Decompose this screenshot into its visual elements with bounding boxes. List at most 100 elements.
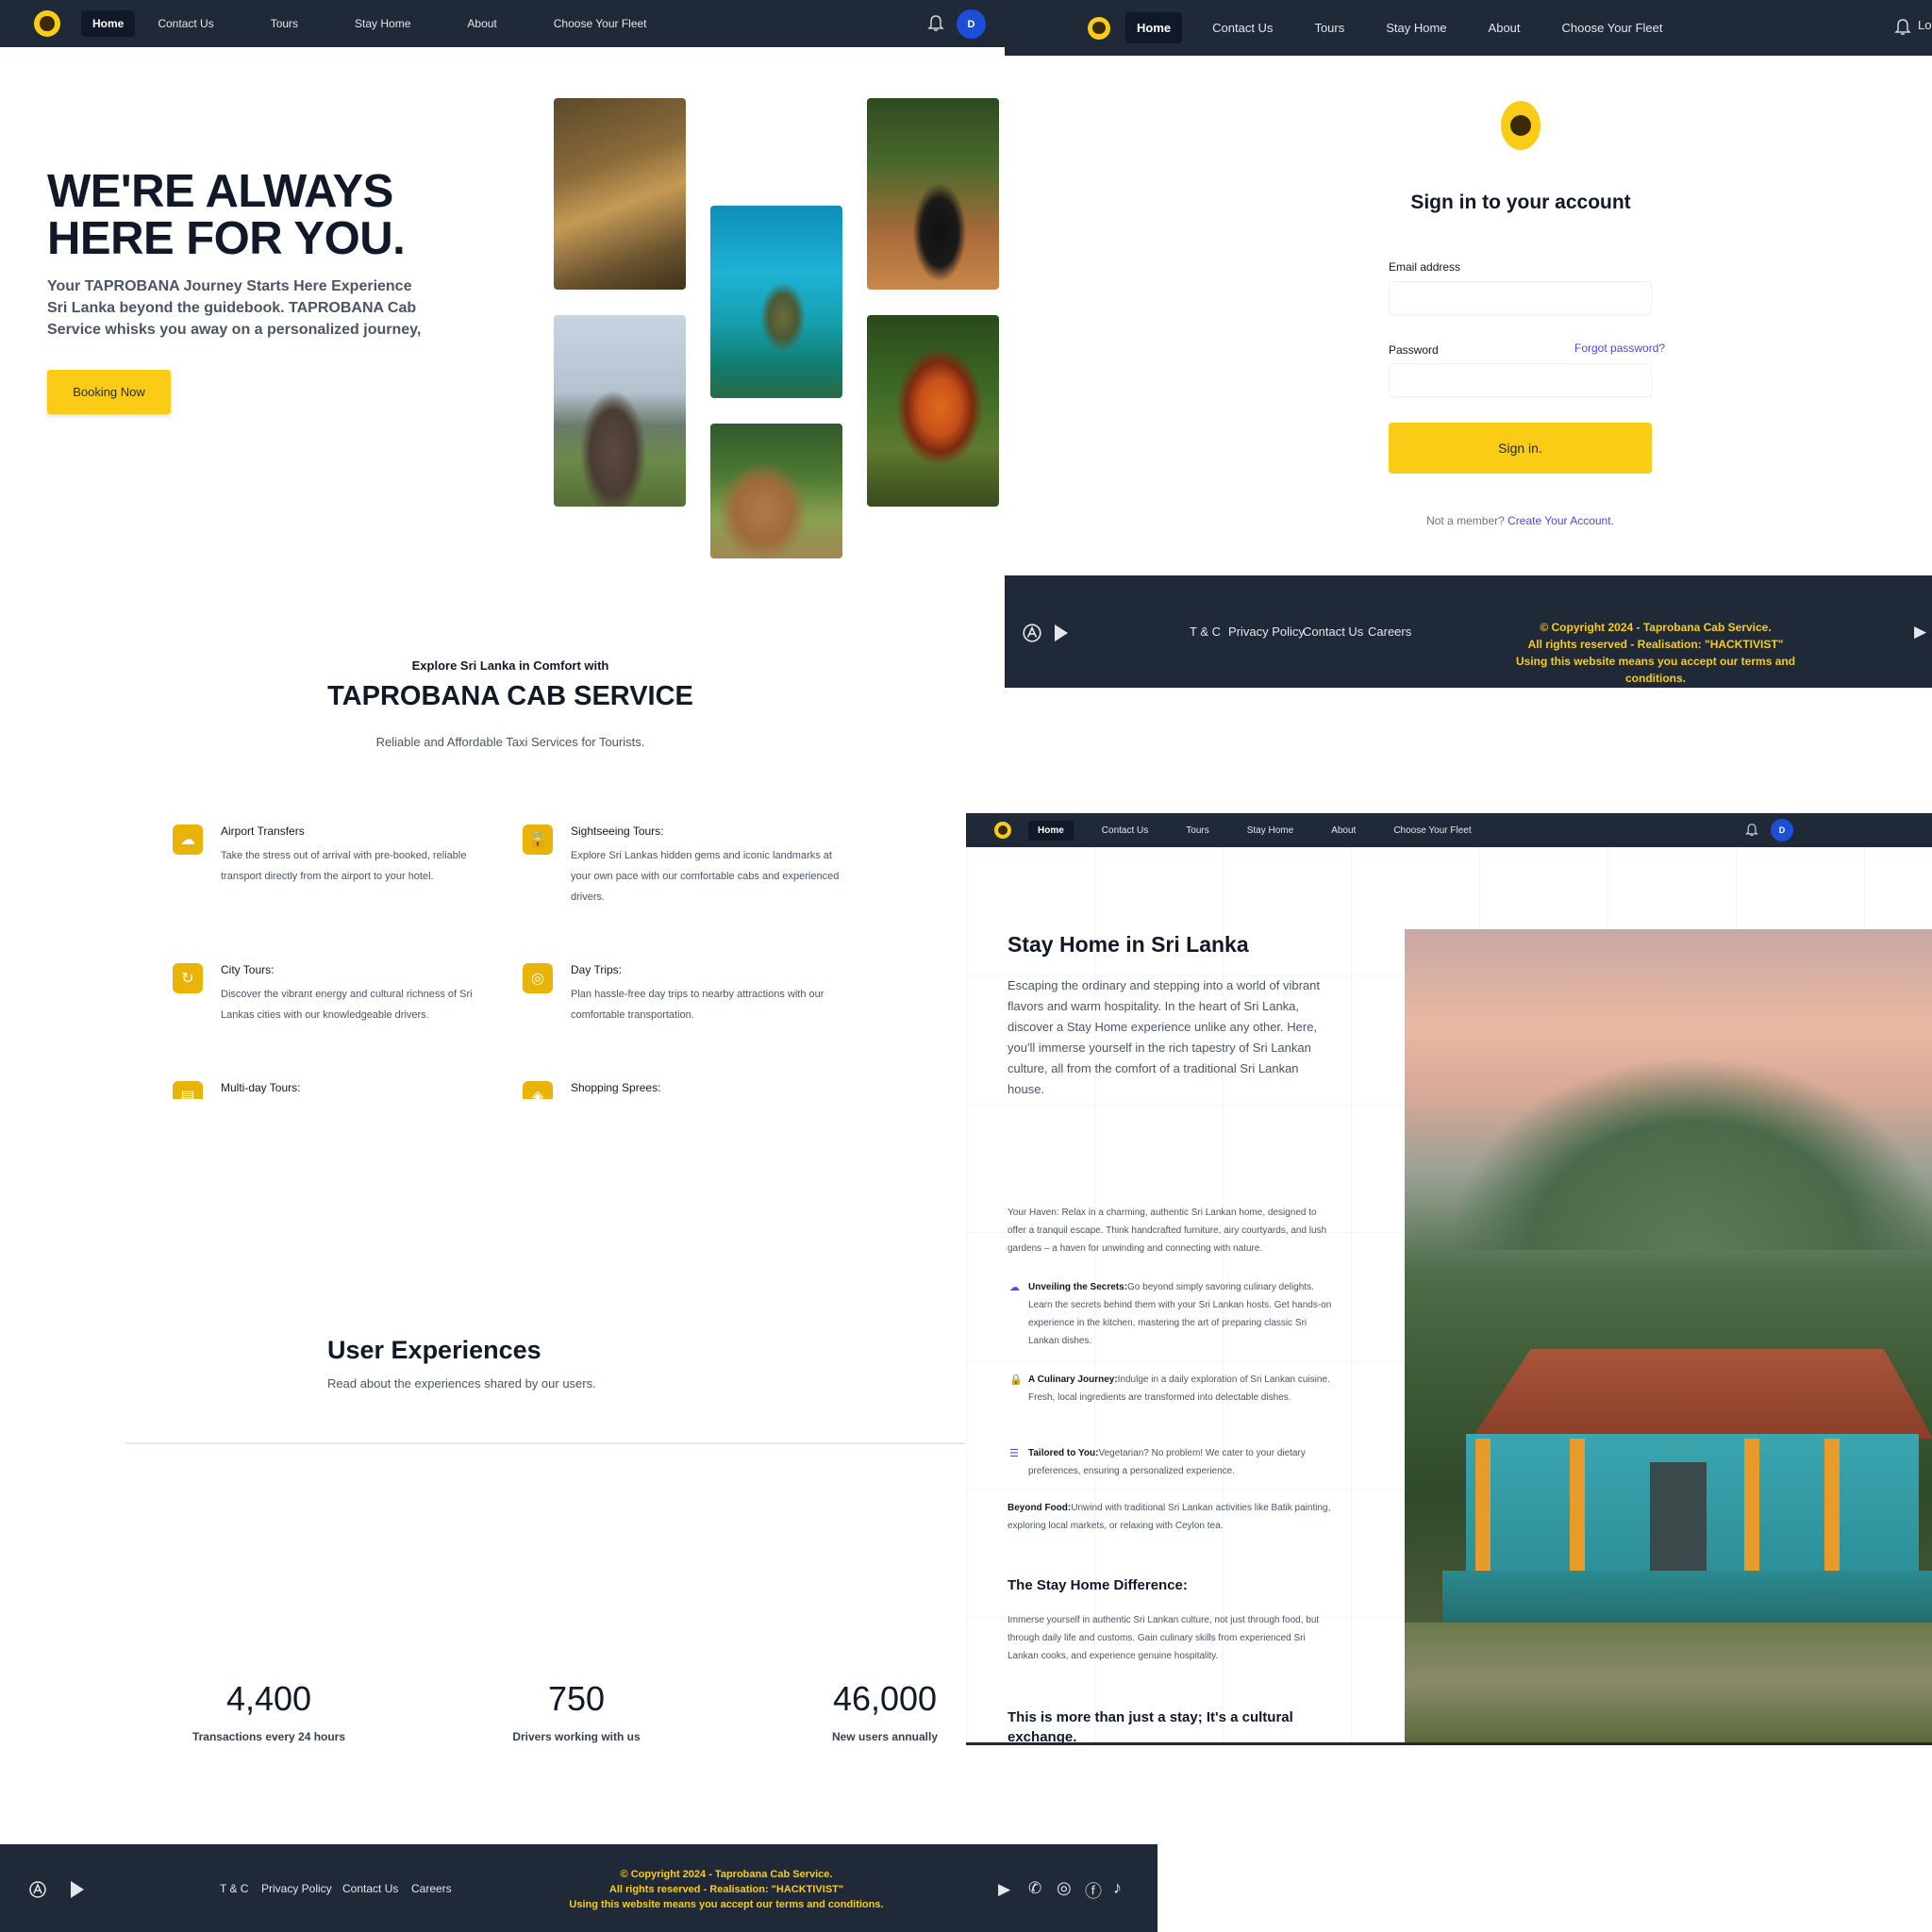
service-title: Multi-day Tours: xyxy=(221,1081,301,1094)
footer-link-contact[interactable]: Contact Us xyxy=(1303,625,1363,639)
nav-contact-us[interactable]: Contact Us xyxy=(146,10,225,37)
point-tailored: Tailored to You:Vegetarian? No problem! … xyxy=(1028,1444,1333,1480)
bell-icon[interactable] xyxy=(1894,18,1911,37)
taprobana-logo[interactable] xyxy=(994,822,1011,839)
refresh-icon: ↻ xyxy=(173,963,203,993)
footer-link-privacy[interactable]: Privacy Policy xyxy=(261,1882,332,1895)
user-avatar[interactable]: D xyxy=(1771,819,1793,841)
turtle-photo xyxy=(710,206,842,398)
point-title: Tailored to You: xyxy=(1028,1448,1099,1458)
deer-photo xyxy=(710,424,842,558)
booking-now-button[interactable]: Booking Now xyxy=(47,370,171,414)
forgot-password-link[interactable]: Forgot password? xyxy=(1574,341,1665,355)
signup-prompt: Not a member? Create Your Account. xyxy=(1389,514,1652,527)
point-title: Unveiling the Secrets: xyxy=(1028,1282,1128,1292)
app-store-icon[interactable] xyxy=(28,1880,47,1899)
email-field[interactable] xyxy=(1389,281,1652,315)
footer-link-contact[interactable]: Contact Us xyxy=(342,1882,398,1895)
google-play-icon[interactable] xyxy=(68,1879,87,1900)
nav-choose-fleet[interactable]: Choose Your Fleet xyxy=(1384,821,1480,841)
youtube-icon[interactable]: ▶ xyxy=(1914,623,1926,641)
google-play-icon[interactable] xyxy=(1052,622,1071,644)
nav-contact-us[interactable]: Contact Us xyxy=(1201,12,1284,43)
nav-contact-us[interactable]: Contact Us xyxy=(1092,821,1158,841)
leopard-photo xyxy=(554,98,686,290)
footer-link-careers[interactable]: Careers xyxy=(1368,625,1411,639)
bell-icon[interactable] xyxy=(927,14,944,33)
nav-tours[interactable]: Tours xyxy=(1303,12,1356,43)
bell-icon[interactable] xyxy=(1745,823,1758,838)
rights-line: All rights reserved - Realisation: "HACK… xyxy=(608,1884,844,1895)
taprobana-logo[interactable] xyxy=(34,10,60,37)
stat-label: Drivers working with us xyxy=(512,1730,641,1743)
stat-value: 4,400 xyxy=(225,1679,312,1718)
nav-choose-fleet[interactable]: Choose Your Fleet xyxy=(1551,12,1674,43)
nav-home[interactable]: Home xyxy=(1028,820,1074,841)
stayhome-intro: Escaping the ordinary and stepping into … xyxy=(1008,978,1320,1096)
signin-title: Sign in to your account xyxy=(1410,192,1631,213)
traditional-house-photo xyxy=(1405,929,1932,1742)
lock-icon: 🔒 xyxy=(1009,1374,1023,1386)
not-member-text: Not a member? xyxy=(1426,514,1505,527)
junglefowl-photo xyxy=(867,315,999,507)
fingerprint-icon: ◎ xyxy=(523,963,553,993)
app-store-icon[interactable] xyxy=(1022,623,1042,643)
nav-stay-home[interactable]: Stay Home xyxy=(343,10,422,37)
beyond-title: Beyond Food: xyxy=(1008,1503,1072,1513)
password-field[interactable] xyxy=(1389,363,1652,397)
sloth-bear-photo xyxy=(867,98,999,290)
signin-button[interactable]: Sign in. xyxy=(1389,423,1652,474)
service-desc: Explore Sri Lankas hidden gems and iconi… xyxy=(571,850,840,903)
footer-link-careers[interactable]: Careers xyxy=(411,1882,452,1895)
nav-stay-home[interactable]: Stay Home xyxy=(1238,821,1303,841)
nav-about[interactable]: About xyxy=(456,10,508,37)
difference-title: The Stay Home Difference: xyxy=(1008,1577,1188,1593)
user-experiences-desc: Read about the experiences shared by our… xyxy=(327,1376,596,1391)
create-account-link[interactable]: Create Your Account. xyxy=(1507,514,1614,527)
lock-icon: 🔒 xyxy=(523,824,553,855)
stat-label: Transactions every 24 hours xyxy=(192,1730,346,1743)
whatsapp-icon[interactable]: ✆ xyxy=(1028,1879,1041,1898)
services-grid: ☁ Airport Transfers Take the stress out … xyxy=(142,792,858,1099)
footer-link-tc[interactable]: T & C xyxy=(220,1882,248,1895)
nav-stay-home[interactable]: Stay Home xyxy=(1374,12,1457,43)
taprobana-logo[interactable] xyxy=(1088,16,1110,40)
service-title: Day Trips: xyxy=(571,963,623,976)
nav-tours[interactable]: Tours xyxy=(259,10,309,37)
bag-icon: ◈ xyxy=(523,1081,553,1099)
elephants-photo xyxy=(554,315,686,507)
tiktok-icon[interactable]: ♪ xyxy=(1113,1878,1122,1898)
user-avatar[interactable]: D xyxy=(957,9,986,39)
footer-link-tc[interactable]: T & C xyxy=(1190,625,1221,639)
rights-line: All rights reserved - Realisation: "HACK… xyxy=(1527,638,1784,651)
site-footer: T & C Privacy Policy Contact Us Careers … xyxy=(0,1844,1158,1932)
nav-home[interactable]: Home xyxy=(81,10,136,37)
haven-text: Your Haven: Relax in a charming, authent… xyxy=(1008,1208,1327,1254)
nav-home[interactable]: Home xyxy=(1125,12,1183,43)
nav-choose-fleet[interactable]: Choose Your Fleet xyxy=(542,10,658,37)
instagram-icon[interactable]: ◎ xyxy=(1057,1878,1072,1898)
nav-about[interactable]: About xyxy=(1322,821,1365,841)
login-link[interactable]: Lo xyxy=(1918,18,1931,32)
difference-text: Immerse yourself in authentic Sri Lankan… xyxy=(1008,1615,1320,1661)
point-title: A Culinary Journey: xyxy=(1028,1374,1118,1385)
stat-drivers: 750 Drivers working with us xyxy=(454,1679,699,1743)
main-navbar: Home Contact Us Tours Stay Home About Ch… xyxy=(0,0,1005,47)
password-label: Password xyxy=(1389,343,1439,357)
service-title: City Tours: xyxy=(221,963,275,976)
terms-line: Using this website means you accept our … xyxy=(1515,655,1796,685)
nav-about[interactable]: About xyxy=(1477,12,1532,43)
explore-title: TAPROBANA CAB SERVICE xyxy=(327,681,693,711)
signin-footer: T & C Privacy Policy Contact Us Careers … xyxy=(1005,575,1932,688)
service-desc: Take the stress out of arrival with pre-… xyxy=(221,850,467,882)
facebook-icon[interactable]: ⓕ xyxy=(1085,1878,1102,1903)
copyright-line: © Copyright 2024 - Taprobana Cab Service… xyxy=(1540,621,1772,634)
nav-tours[interactable]: Tours xyxy=(1176,821,1218,841)
stat-transactions: 4,400 Transactions every 24 hours xyxy=(146,1679,391,1743)
point-culinary: A Culinary Journey:Indulge in a daily ex… xyxy=(1028,1371,1333,1407)
youtube-icon[interactable]: ▶ xyxy=(998,1880,1010,1899)
terms-line: Using this website means you accept our … xyxy=(569,1899,884,1910)
explore-subtitle: Explore Sri Lanka in Comfort with xyxy=(411,658,609,673)
footer-link-privacy[interactable]: Privacy Policy xyxy=(1228,625,1305,639)
footer-copyright: © Copyright 2024 - Taprobana Cab Service… xyxy=(557,1867,896,1912)
